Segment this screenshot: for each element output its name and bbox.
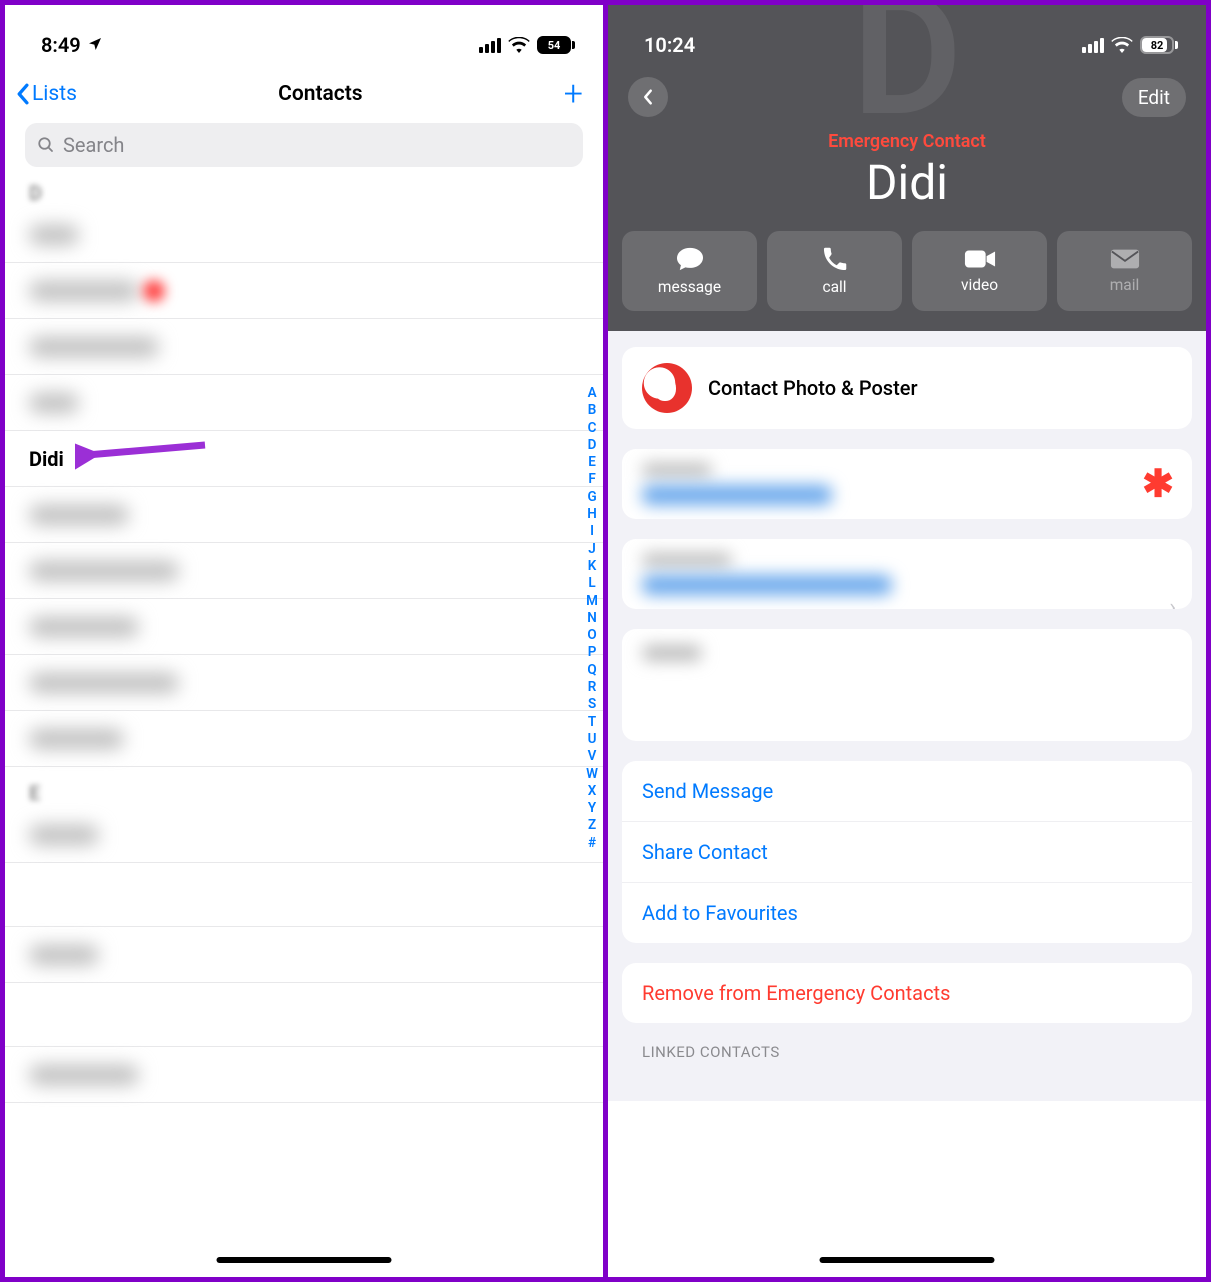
cellular-signal-icon (479, 38, 501, 53)
call-button[interactable]: call (767, 231, 902, 311)
list-item[interactable] (5, 319, 603, 375)
status-time: 10:24 (644, 33, 695, 57)
message-icon (675, 246, 705, 272)
contact-name: Didi (29, 447, 64, 471)
mail-icon (1110, 248, 1140, 270)
battery-icon: 54 (537, 36, 575, 54)
list-item[interactable] (5, 263, 603, 319)
send-message-button[interactable]: Send Message (622, 761, 1192, 822)
wifi-icon (508, 37, 530, 53)
notes-field[interactable] (622, 629, 1192, 741)
index-letter[interactable]: K (588, 558, 597, 575)
cellular-signal-icon (1082, 38, 1104, 53)
photo-poster-label: Contact Photo & Poster (708, 376, 918, 400)
index-letter[interactable]: B (588, 402, 597, 419)
index-letter[interactable]: O (587, 627, 596, 644)
index-letter[interactable]: A (588, 385, 597, 402)
index-letter[interactable]: Q (587, 662, 596, 679)
index-letter[interactable]: L (588, 575, 595, 592)
index-letter[interactable]: D (588, 437, 597, 454)
remove-emergency-button[interactable]: Remove from Emergency Contacts (622, 963, 1192, 1023)
list-item[interactable] (5, 487, 603, 543)
index-letter[interactable]: G (587, 489, 596, 506)
emergency-star-icon: ✱ (1142, 462, 1174, 507)
alphabet-index[interactable]: ABCDEFGHIJKLMNOPQRSTUVWXYZ# (586, 385, 598, 852)
index-letter[interactable]: R (588, 679, 597, 696)
avatar-initial: D (852, 5, 963, 155)
section-header-e: E (5, 773, 603, 807)
list-item[interactable] (5, 207, 603, 263)
contact-header: D 10:24 82 Edit Emergency Contact Didi (608, 5, 1206, 331)
list-item[interactable] (5, 599, 603, 655)
contact-detail-screen: D 10:24 82 Edit Emergency Contact Didi (603, 5, 1206, 1277)
index-letter[interactable]: W (586, 766, 598, 783)
index-letter[interactable]: P (588, 644, 597, 661)
index-letter[interactable]: T (588, 714, 596, 731)
contact-row-didi[interactable]: Didi (5, 431, 603, 487)
status-bar: 8:49 54 (5, 5, 603, 67)
contact-display-name: Didi (608, 154, 1206, 211)
list-item[interactable] (5, 543, 603, 599)
edit-button[interactable]: Edit (1122, 78, 1186, 117)
chevron-right-icon: › (1169, 595, 1176, 609)
nav-bar: Lists Contacts + (5, 67, 603, 119)
index-letter[interactable]: # (588, 835, 596, 852)
section-header-d: D (5, 173, 603, 207)
index-letter[interactable]: N (587, 610, 597, 627)
back-button[interactable]: Lists (15, 82, 77, 106)
index-letter[interactable]: X (588, 783, 597, 800)
list-item[interactable] (5, 711, 603, 767)
wifi-icon (1111, 37, 1133, 53)
add-to-favourites-button[interactable]: Add to Favourites (622, 883, 1192, 943)
search-placeholder: Search (63, 133, 124, 157)
address-field[interactable]: › (622, 539, 1192, 609)
index-letter[interactable]: E (588, 454, 596, 471)
linked-contacts-label: LINKED CONTACTS (622, 1043, 1192, 1061)
index-letter[interactable]: J (588, 541, 596, 558)
status-time: 8:49 (41, 33, 81, 57)
index-letter[interactable]: C (588, 420, 597, 437)
index-letter[interactable]: H (587, 506, 597, 523)
index-letter[interactable]: F (588, 471, 595, 488)
index-letter[interactable]: V (588, 748, 597, 765)
chevron-left-icon (15, 83, 30, 105)
chevron-left-icon (642, 88, 654, 106)
phone-field[interactable]: ✱ (622, 449, 1192, 519)
back-button[interactable] (628, 77, 668, 117)
video-button[interactable]: video (912, 231, 1047, 311)
list-item[interactable] (5, 983, 603, 1047)
add-contact-button[interactable]: + (564, 77, 583, 111)
index-letter[interactable]: S (588, 696, 596, 713)
phone-icon (822, 246, 848, 272)
index-letter[interactable]: M (586, 593, 598, 610)
index-letter[interactable]: I (590, 523, 594, 540)
home-indicator[interactable] (820, 1257, 995, 1263)
list-item[interactable] (5, 807, 603, 863)
message-button[interactable]: message (622, 231, 757, 311)
back-label: Lists (32, 82, 77, 106)
list-item[interactable] (5, 1047, 603, 1103)
location-arrow-icon (87, 33, 103, 57)
list-item[interactable] (5, 927, 603, 983)
battery-icon: 82 (1140, 36, 1178, 54)
list-item[interactable] (5, 655, 603, 711)
share-contact-button[interactable]: Share Contact (622, 822, 1192, 883)
photo-poster-card[interactable]: Contact Photo & Poster (622, 347, 1192, 429)
list-item[interactable] (5, 375, 603, 431)
index-letter[interactable]: Y (588, 800, 596, 817)
page-title: Contacts (278, 82, 362, 106)
home-indicator[interactable] (217, 1257, 392, 1263)
list-item[interactable] (5, 863, 603, 927)
video-icon (964, 248, 996, 270)
search-icon (37, 136, 55, 154)
contacts-list-screen: 8:49 54 Lists Contacts + Search D Di (5, 5, 603, 1277)
index-letter[interactable]: U (588, 731, 597, 748)
contact-avatar (642, 363, 692, 413)
index-letter[interactable]: Z (588, 817, 596, 834)
mail-button: mail (1057, 231, 1192, 311)
search-input[interactable]: Search (25, 123, 583, 167)
